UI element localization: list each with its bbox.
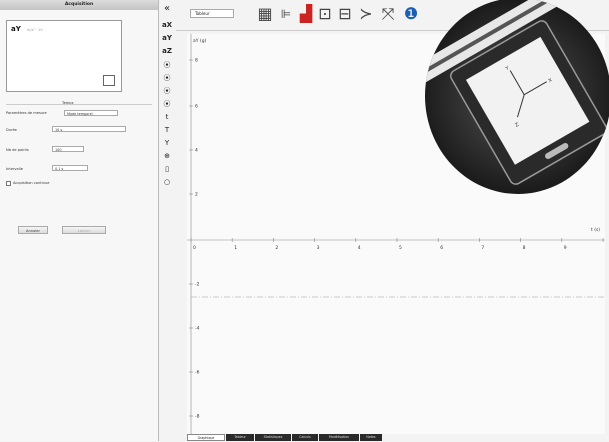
tab-modélisation[interactable]: Modélisation bbox=[319, 434, 359, 441]
gyro-y-icon[interactable]: ⦿ bbox=[161, 73, 173, 84]
tab-statistiques[interactable]: Statistiques bbox=[255, 434, 291, 441]
tab-notes[interactable]: Notes bbox=[360, 434, 382, 441]
x-tick-label: 2 bbox=[275, 245, 278, 251]
points-label: Nb de points bbox=[6, 148, 29, 152]
tab-graphique[interactable]: Graphique bbox=[187, 434, 225, 441]
variable-toolbar: « aX aY aZ ⦿ ⦿ ⦿ ⦿ t T Y ⊕ ▯ ○ bbox=[160, 0, 174, 441]
y-axis-label: aY (g) bbox=[193, 38, 207, 44]
sensor-drop-zone[interactable]: aY m/s² · 10 bbox=[6, 20, 122, 92]
section-divider bbox=[6, 104, 152, 105]
sensor-y-dimension: m/s² · 10 bbox=[27, 28, 43, 32]
continuous-checkbox[interactable] bbox=[6, 181, 11, 186]
continuous-label: Acquisition continue bbox=[13, 181, 50, 185]
sensor-settings-icon[interactable] bbox=[103, 75, 115, 86]
x-tick-label: 8 bbox=[523, 245, 526, 251]
y-tick-label: 2 bbox=[195, 192, 198, 198]
circle-icon[interactable]: ○ bbox=[161, 177, 173, 188]
y-tick-label: 6 bbox=[195, 104, 198, 110]
x-tick-label: 3 bbox=[317, 245, 320, 251]
x-tick-label: 0 bbox=[193, 245, 196, 251]
x-tick-label: 7 bbox=[481, 245, 484, 251]
x-tick-label: 9 bbox=[564, 245, 567, 251]
y-tick-label: -4 bbox=[195, 326, 200, 332]
y-tick-group: 8 6 4 2 -2 -4 -6 -8 bbox=[189, 58, 200, 420]
frame-icon[interactable]: ⊡ bbox=[316, 3, 334, 25]
acquisition-panel: Acquisition aY m/s² · 10 Temps Paramètre… bbox=[0, 0, 159, 441]
table-icon[interactable]: ▦ bbox=[256, 3, 274, 25]
histogram-icon[interactable]: ⊫ bbox=[278, 3, 294, 25]
sensor-y-label[interactable]: aY bbox=[11, 25, 21, 33]
x-tick-label: 1 bbox=[234, 245, 237, 251]
cancel-button[interactable]: Annuler bbox=[18, 226, 48, 234]
tab-calculs[interactable]: Calculs bbox=[292, 434, 318, 441]
mode-select[interactable]: Mode temporel bbox=[64, 110, 118, 116]
bar-chart-icon[interactable]: ▟ bbox=[297, 3, 315, 25]
time-variable[interactable]: t bbox=[161, 112, 173, 123]
stats-icon[interactable]: ⊟ bbox=[336, 3, 354, 25]
view-select[interactable]: Tableur bbox=[190, 9, 234, 18]
y-tick-label: -8 bbox=[195, 414, 200, 420]
y-tick-label: -2 bbox=[195, 282, 200, 288]
phone-picture: Y X Z bbox=[425, 0, 608, 185]
info-icon[interactable]: ❶ bbox=[402, 3, 420, 25]
y-tick-label: 8 bbox=[195, 58, 198, 64]
gyro-z-icon[interactable]: ⦿ bbox=[161, 86, 173, 97]
magnetometer-icon[interactable]: ⦿ bbox=[161, 99, 173, 110]
acquisition-title: Acquisition bbox=[0, 0, 158, 10]
mode-label: Paramètres de mesure bbox=[6, 111, 47, 115]
tab-tableur[interactable]: Tableur bbox=[226, 434, 254, 441]
duration-label: Durée bbox=[6, 128, 17, 132]
angle-variable[interactable]: Y bbox=[161, 138, 173, 149]
interval-label: Intervalle bbox=[6, 167, 23, 171]
variable-ax[interactable]: aX bbox=[161, 20, 173, 31]
variable-az[interactable]: aZ bbox=[161, 46, 173, 57]
gyro-x-icon[interactable]: ⦿ bbox=[161, 60, 173, 71]
points-input[interactable]: 100 bbox=[52, 146, 84, 152]
interval-input[interactable]: 0.1 s bbox=[52, 165, 88, 171]
bottom-tabs: Graphique Tableur Statistiques Calculs Modél… bbox=[187, 434, 609, 441]
zoom-icon[interactable]: ⤧ bbox=[379, 3, 397, 25]
x-tick-label: 6 bbox=[440, 245, 443, 251]
smartphone-photo: Y X Z bbox=[425, 0, 609, 194]
start-button[interactable]: Lancer bbox=[62, 226, 106, 234]
collapse-chevron-icon[interactable]: « bbox=[161, 3, 173, 14]
view-select-value: Tableur bbox=[195, 11, 210, 16]
duration-input[interactable]: 10 s bbox=[52, 126, 126, 132]
x-tick-label: 5 bbox=[399, 245, 402, 251]
battery-icon[interactable]: ▯ bbox=[161, 164, 173, 175]
add-variable-icon[interactable]: ⊕ bbox=[161, 151, 173, 162]
variable-ay[interactable]: aY bbox=[161, 33, 173, 44]
x-tick-label: 4 bbox=[358, 245, 361, 251]
y-tick-label: -6 bbox=[195, 370, 200, 376]
curve-icon[interactable]: ≻ bbox=[357, 3, 375, 25]
temperature-variable[interactable]: T bbox=[161, 125, 173, 136]
x-axis-label: t (s) bbox=[591, 227, 600, 233]
y-tick-label: 4 bbox=[195, 148, 198, 154]
